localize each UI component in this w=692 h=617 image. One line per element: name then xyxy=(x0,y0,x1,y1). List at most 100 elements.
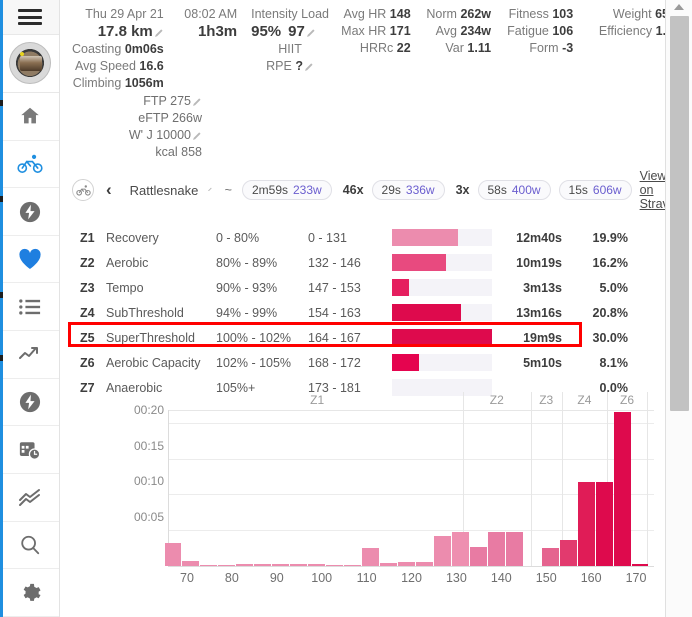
chart-bar[interactable] xyxy=(505,531,523,566)
chart-bar[interactable] xyxy=(487,531,505,566)
chart-bar[interactable] xyxy=(326,564,344,566)
trending-up-icon xyxy=(18,344,42,364)
chart-x-tick-label: 70 xyxy=(180,571,194,585)
sidebar-item-trends[interactable] xyxy=(0,331,59,379)
chart-bar[interactable] xyxy=(308,563,326,566)
chart-bar[interactable] xyxy=(595,482,613,566)
chart-bar[interactable] xyxy=(524,546,541,566)
summary-distance-row[interactable]: 17.8 km xyxy=(72,23,164,41)
zone-row[interactable]: Z1 Recovery 0 - 80% 0 - 131 12m40s 19.9% xyxy=(72,225,680,250)
chart-plot-area[interactable]: 00:05 00:10 00:15 00:20 Z1 Z2 Z3 Z4 Z6 70 80 90 100 1… xyxy=(134,392,654,585)
chart-bar[interactable] xyxy=(577,482,595,566)
hr-distribution-chart: 00:05 00:10 00:15 00:20 Z1 Z2 Z3 Z4 Z6 70 80 90 100 1… xyxy=(120,392,665,603)
summary-coasting: 0m06s xyxy=(124,42,164,56)
approx-symbol: ~ xyxy=(224,183,232,197)
sidebar-item-settings[interactable] xyxy=(0,569,59,617)
summary-fatigue: 106 xyxy=(552,24,574,38)
zone-time: 5m10s xyxy=(523,355,562,370)
summary-col-time: 08:02 AM 1h3m xyxy=(174,6,251,41)
chart-bar[interactable] xyxy=(182,561,200,566)
vertical-scrollbar[interactable] xyxy=(665,0,692,617)
chart-bar[interactable] xyxy=(469,546,487,566)
zone-row[interactable]: Z3 Tempo 90% - 93% 147 - 153 3m13s 5.0% xyxy=(72,275,680,300)
zone-bpm-range: 164 - 167 xyxy=(308,330,361,345)
bike-icon[interactable] xyxy=(72,179,94,201)
sidebar-item-power[interactable] xyxy=(0,188,59,236)
chart-bar[interactable] xyxy=(398,562,415,566)
zone-row[interactable]: Z2 Aerobic 80% - 89% 132 - 146 10m19s 16.2% xyxy=(72,250,680,275)
chart-x-tick-label: 130 xyxy=(445,571,467,585)
sidebar-item-home[interactable] xyxy=(0,93,59,141)
avatar xyxy=(8,42,51,85)
chart-x-tick-label: 140 xyxy=(490,571,512,585)
chart-bar[interactable] xyxy=(451,531,469,566)
sidebar-item-intervals[interactable] xyxy=(0,379,59,427)
chart-bar[interactable] xyxy=(272,563,290,566)
ride-title[interactable]: Rattlesnake xyxy=(130,183,199,198)
summary-climbing: 1056m xyxy=(124,76,164,90)
chart-bar[interactable] xyxy=(218,564,236,566)
interval-chip[interactable]: 58s 400w xyxy=(477,180,551,200)
summary-col-date: Thu 29 Apr 21 17.8 km Coasting 0m06s Avg… xyxy=(72,7,164,90)
scroll-thumb[interactable] xyxy=(670,16,689,411)
zone-code: Z1 xyxy=(80,230,95,245)
chart-y-tick-label: 00:15 xyxy=(133,438,164,453)
interval-chip[interactable]: 29s 336w xyxy=(371,180,445,200)
summary-ftp: 275 xyxy=(170,94,191,108)
chart-bar[interactable] xyxy=(433,535,451,566)
sidebar-item-health[interactable] xyxy=(0,236,59,284)
sidebar-item-search[interactable] xyxy=(0,522,59,570)
chart-bar[interactable] xyxy=(541,548,559,566)
chart-bar[interactable] xyxy=(200,564,218,566)
chart-bar[interactable] xyxy=(254,563,272,566)
edit-pencil-icon[interactable] xyxy=(154,28,164,37)
menu-button[interactable] xyxy=(0,0,59,35)
chart-bar[interactable] xyxy=(380,563,398,566)
zone-code: Z5 xyxy=(80,330,95,345)
chart-top-line xyxy=(169,410,654,411)
chart-y-tick-label: 00:20 xyxy=(133,403,164,418)
back-button[interactable]: ‹ xyxy=(102,180,116,200)
chart-bar[interactable] xyxy=(344,564,362,566)
chart-gridline xyxy=(169,458,654,460)
interval-chip[interactable]: 15s 606w xyxy=(558,180,632,200)
edit-pencil-icon[interactable] xyxy=(193,131,202,140)
chart-bar[interactable] xyxy=(164,543,182,566)
zone-percent-range: 100% - 102% xyxy=(216,330,292,345)
zone-row[interactable]: Z5 SuperThreshold 100% - 102% 164 - 167 19m9… xyxy=(72,325,680,350)
summary-wj: 10000 xyxy=(156,128,191,142)
sidebar-item-activities[interactable] xyxy=(0,141,59,189)
chart-bar[interactable] xyxy=(290,563,308,566)
cyclist-icon xyxy=(16,153,43,175)
zone-bpm-range: 0 - 131 xyxy=(308,230,347,245)
zone-percent-range: 90% - 93% xyxy=(216,280,278,295)
edit-pencil-icon[interactable] xyxy=(193,97,202,106)
summary-duration: 1h3m xyxy=(197,23,238,40)
chart-bar[interactable] xyxy=(236,563,254,566)
chart-bar[interactable] xyxy=(631,563,649,566)
avatar-container[interactable] xyxy=(0,35,59,93)
zone-share: 16.2% xyxy=(592,255,628,270)
summary-avg-speed: 16.6 xyxy=(139,59,164,73)
zone-row[interactable]: Z6 Aerobic Capacity 102% - 105% 168 - 172 5m… xyxy=(72,350,680,375)
heart-icon xyxy=(18,248,42,270)
edit-pencil-icon[interactable] xyxy=(208,187,212,196)
chart-bar[interactable] xyxy=(362,547,380,566)
sidebar-item-calendar[interactable] xyxy=(0,426,59,475)
zone-name: Recovery xyxy=(106,230,159,245)
summary-rpe: ? xyxy=(295,59,303,73)
zone-row[interactable]: Z4 SubThreshold 94% - 99% 154 - 163 13m16s 20… xyxy=(72,300,680,325)
chart-bar[interactable] xyxy=(415,562,433,566)
edit-pencil-icon[interactable] xyxy=(304,62,314,71)
hamburger-icon xyxy=(17,9,42,25)
edit-pencil-icon[interactable] xyxy=(306,28,316,37)
sidebar-item-list[interactable] xyxy=(0,283,59,332)
chart-bar[interactable] xyxy=(559,540,577,566)
zone-bar-track xyxy=(392,229,492,246)
interval-chip[interactable]: 2m59s 233w xyxy=(241,180,332,200)
chart-bar[interactable] xyxy=(613,412,631,566)
scroll-up-arrow[interactable] xyxy=(666,0,692,14)
chart-x-tick-label: 100 xyxy=(311,571,333,585)
sidebar-item-compare[interactable] xyxy=(0,474,59,522)
zone-name: Aerobic xyxy=(106,255,149,270)
